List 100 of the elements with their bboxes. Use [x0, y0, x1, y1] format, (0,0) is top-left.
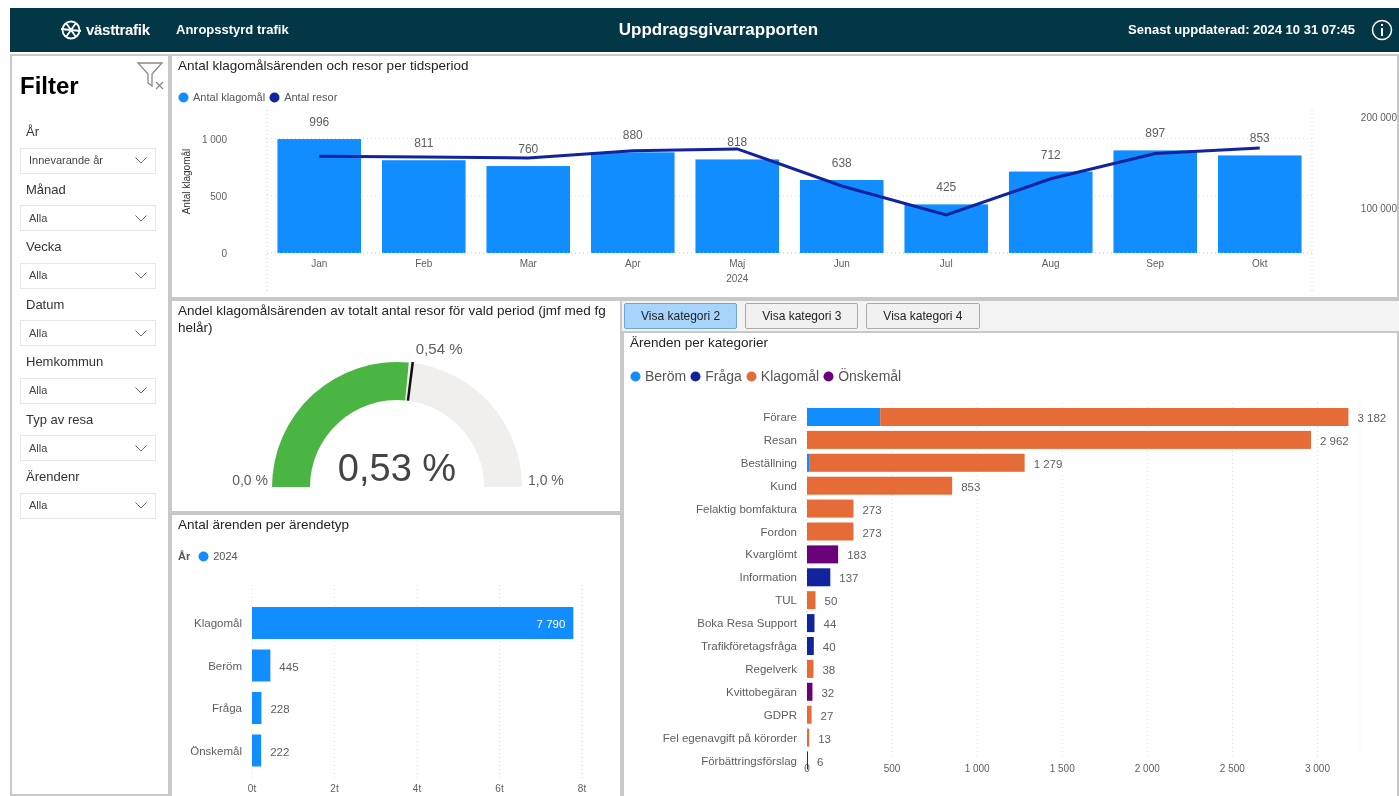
axis-tick-label: 4t [412, 782, 422, 794]
report-title: Uppdragsgivarrapporten [618, 20, 819, 40]
data-label: 3 182 [1357, 412, 1387, 425]
data-label: 7 790 [536, 617, 566, 630]
bar [807, 637, 814, 656]
info-icon[interactable] [1371, 19, 1393, 41]
tab-button[interactable]: Visa kategori 4 [866, 303, 980, 330]
gauge-value: 0,53 % [337, 447, 457, 490]
data-label: 818 [727, 135, 748, 150]
axis-tick-label: 6t [495, 782, 504, 794]
axis-tick-label: 0 [221, 248, 227, 260]
dropdown[interactable]: Alla [20, 435, 156, 461]
data-label: 445 [279, 660, 299, 673]
axis-tick-label: 2t [330, 782, 339, 794]
category-label: Kund [770, 479, 797, 492]
bar [807, 660, 814, 679]
dropdown[interactable]: Alla [20, 492, 156, 519]
chevron-down-icon [135, 157, 147, 164]
bar [807, 728, 810, 747]
legend-label: Antal resor [284, 89, 338, 105]
axis-tick-label: 2 000 [1134, 763, 1160, 775]
category-label: Boka Resa Support [697, 617, 797, 630]
bar [807, 591, 816, 610]
axis-tick-label: 500 [210, 191, 227, 203]
clear-filter-icon[interactable] [136, 60, 166, 90]
gauge-min-label: 0,0 % [232, 472, 268, 489]
axis-category-label: Apr [624, 258, 641, 270]
bar [252, 734, 262, 767]
axis-title: 2024 [726, 273, 749, 285]
filter-label: År [26, 123, 40, 141]
dropdown[interactable]: Alla [20, 377, 156, 404]
category-label: Kvarglömt [745, 548, 797, 561]
axis-category-label: Mar [519, 258, 537, 270]
category-label: Förare [763, 411, 797, 424]
bar [807, 705, 812, 724]
data-label: 712 [1040, 147, 1061, 162]
logo-icon [60, 20, 82, 40]
axis-tick-label: 500 [883, 763, 901, 775]
axis-category-label: Jul [939, 258, 953, 270]
axis-tick-label: 200 000 [1360, 112, 1397, 124]
chevron-down-icon [135, 272, 147, 279]
axis-tick-label: 1 000 [964, 763, 990, 775]
gauge-max-label: 1,0 % [528, 472, 564, 489]
category-label: Fel egenavgift på körorder [662, 731, 797, 744]
category-label: Önskemål [190, 744, 242, 757]
dropdown[interactable]: Alla [20, 320, 156, 346]
data-label: 32 [821, 687, 835, 700]
data-label: 137 [839, 572, 859, 585]
target-label: 0,54 % [415, 340, 463, 358]
last-updated-text: Senast uppdaterad: 2024 10 31 07:45 [1128, 21, 1355, 40]
axis-category-label: Maj [729, 258, 746, 270]
data-label: 425 [936, 180, 957, 195]
legend-label: Antal klagomål [193, 89, 266, 105]
data-label: 44 [823, 618, 837, 631]
category-label: Fråga [211, 701, 242, 714]
data-label: 760 [518, 142, 539, 157]
data-label: 273 [862, 526, 882, 539]
data-label: 40 [822, 641, 836, 654]
axis-category-label: Jan [311, 258, 328, 270]
category-label: Beröm [208, 659, 242, 672]
data-label: 50 [824, 595, 838, 608]
bar [807, 568, 831, 587]
bar [252, 691, 262, 724]
filter-label: Ärendenr [26, 468, 81, 486]
data-label: 853 [961, 480, 981, 493]
tab-button[interactable]: Visa kategori 2 [624, 303, 738, 330]
legend-label: 2024 [213, 549, 238, 565]
data-label: 228 [270, 702, 290, 715]
data-label: 13 [818, 732, 831, 745]
category-label: Förbättringsförslag [701, 754, 797, 767]
dropdown[interactable]: Alla [20, 262, 156, 289]
bar [807, 545, 839, 564]
data-label: 811 [414, 136, 434, 151]
dropdown[interactable]: Innevarande år [20, 147, 156, 174]
axis-tick-label: 1 000 [201, 134, 227, 145]
dropdown[interactable]: Alla [20, 205, 156, 231]
axis-category-label: Feb [415, 258, 433, 270]
legend-label: Klagomål [760, 367, 820, 387]
axis-category-label: Jun [833, 258, 850, 270]
axis-tick-label: 8t [577, 782, 587, 794]
legend-label: Beröm [645, 367, 687, 387]
legend-title: År [178, 549, 191, 565]
category-label: Fordon [760, 525, 797, 538]
chart-title: Antal klagomålsärenden och resor per tidsperiod [177, 57, 470, 75]
data-label: 1 279 [1033, 458, 1063, 471]
chevron-down-icon [135, 387, 147, 394]
axis-tick-label: 2 500 [1219, 763, 1245, 775]
bar [807, 683, 813, 702]
tab-button[interactable]: Visa kategori 3 [745, 303, 859, 330]
header-subtitle: Anropsstyrd trafik [176, 21, 289, 40]
category-label: Felaktig bomfaktura [696, 502, 797, 515]
data-label: 38 [822, 664, 836, 677]
axis-title: Antal klagomål [181, 149, 192, 215]
data-label: 27 [820, 709, 834, 722]
axis-tick-label: 100 000 [1360, 203, 1397, 215]
data-label: 222 [270, 745, 290, 758]
bar [807, 522, 854, 541]
legend-label: Fråga [705, 367, 742, 387]
data-label: 2 962 [1320, 435, 1349, 448]
category-label: Regelverk [745, 663, 797, 676]
